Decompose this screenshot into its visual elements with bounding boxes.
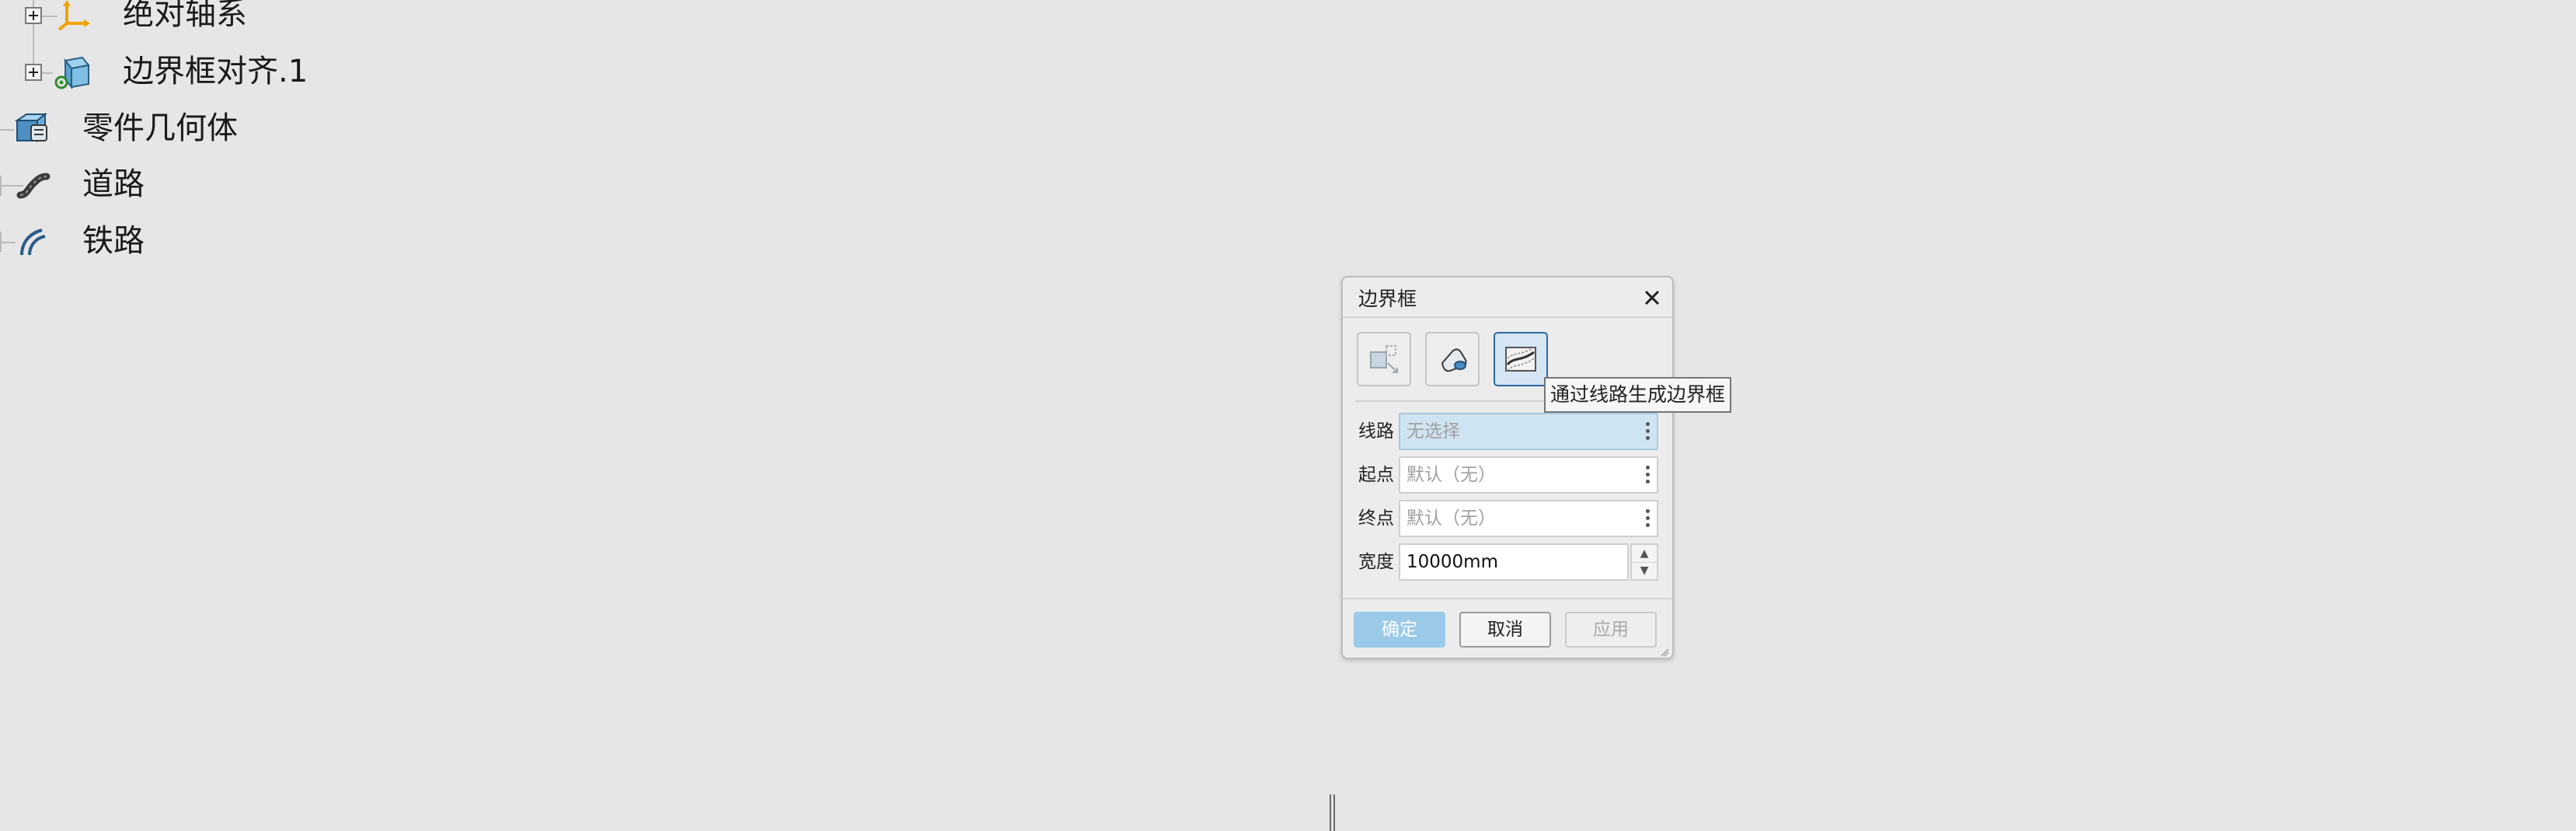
width-label: 宽度 [1358, 552, 1394, 572]
divider [1343, 316, 1672, 318]
close-icon [1644, 290, 1660, 306]
tree-item-label: 道路 [82, 166, 145, 202]
end-point-selector[interactable]: 默认（无） [1399, 500, 1658, 537]
tree-item-label: 铁路 [82, 223, 145, 259]
tree-expand-button[interactable] [25, 64, 42, 81]
model-tree: 绝对轴系 边界框对齐.1 零件几何体 道路 铁路 [0, 0, 466, 264]
tree-connector [0, 176, 2, 196]
box-from-selection-icon [1370, 345, 1398, 373]
box-from-object-icon [1441, 348, 1467, 372]
cancel-button[interactable]: 取消 [1459, 612, 1551, 648]
more-options-icon[interactable] [1646, 466, 1651, 484]
bounding-box-align-icon [54, 54, 90, 90]
width-input[interactable]: 10000mm [1399, 543, 1629, 581]
route-selector[interactable]: 无选择 [1399, 413, 1658, 450]
ok-button[interactable]: 确定 [1354, 612, 1445, 648]
mode-button-route[interactable] [1494, 332, 1548, 386]
divider [1343, 598, 1672, 599]
mode-button-object[interactable] [1425, 332, 1480, 386]
splitter-handle[interactable] [1330, 794, 1336, 831]
tree-item-label: 零件几何体 [82, 110, 238, 146]
more-options-icon[interactable] [1646, 422, 1651, 441]
tree-item-label: 绝对轴系 [123, 0, 247, 32]
road-icon [16, 167, 51, 203]
tooltip: 通过线路生成边界框 [1544, 377, 1732, 413]
end-placeholder: 默认（无） [1407, 508, 1496, 529]
tree-connector [0, 232, 2, 252]
bounding-box-dialog: 边界框 线路 无选择 起点 默认（无） 终点 默认（无） 宽度 10000mm … [1341, 276, 1674, 659]
resize-grip-icon[interactable] [1660, 645, 1669, 657]
width-value: 10000mm [1407, 552, 1498, 572]
increment-button[interactable]: ▲ [1632, 545, 1657, 563]
tree-connector [40, 72, 53, 74]
tree-connector [0, 242, 16, 243]
apply-button[interactable]: 应用 [1565, 612, 1657, 648]
start-placeholder: 默认（无） [1407, 465, 1496, 485]
width-spin-buttons: ▲ ▼ [1630, 543, 1658, 581]
railway-icon [16, 224, 51, 260]
start-point-selector[interactable]: 默认（无） [1399, 456, 1658, 494]
width-stepper[interactable]: 10000mm ▲ ▼ [1399, 543, 1658, 581]
part-geometry-icon [14, 110, 50, 145]
tree-item-label: 边界框对齐.1 [123, 54, 308, 89]
box-from-route-icon [1505, 347, 1536, 372]
mode-button-selection[interactable] [1357, 332, 1411, 386]
tree-connector [0, 129, 14, 131]
end-label: 终点 [1358, 508, 1394, 529]
axis-system-icon [56, 0, 92, 33]
start-label: 起点 [1358, 465, 1394, 485]
dialog-title: 边界框 [1358, 288, 1417, 310]
route-placeholder: 无选择 [1407, 421, 1460, 442]
tree-connector [40, 16, 58, 17]
tree-expand-button[interactable] [25, 7, 42, 24]
decrement-button[interactable]: ▼ [1632, 562, 1657, 579]
close-button[interactable] [1638, 284, 1666, 312]
more-options-icon[interactable] [1646, 509, 1651, 528]
route-label: 线路 [1358, 421, 1394, 442]
